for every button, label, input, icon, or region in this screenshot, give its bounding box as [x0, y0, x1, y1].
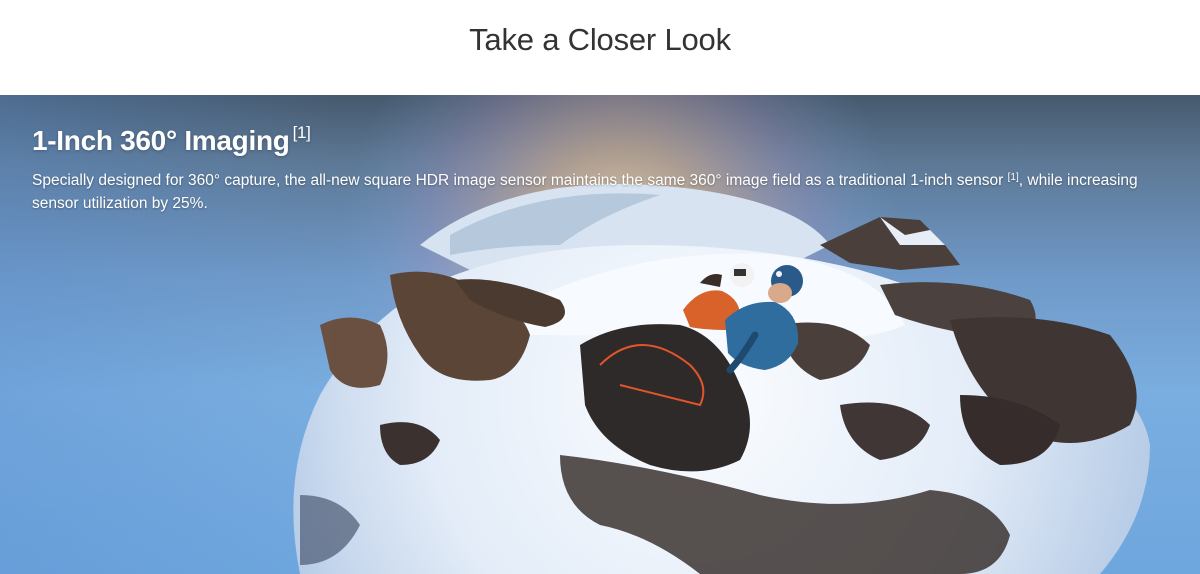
hero-image: 1-Inch 360° Imaging [1] Specially designe… — [0, 95, 1200, 574]
tiny-planet-illustration — [0, 95, 1200, 574]
feature-description: Specially designed for 360° capture, the… — [32, 169, 1152, 215]
feature-description-part1: Specially designed for 360° capture, the… — [32, 172, 1008, 189]
left-vignette — [0, 95, 340, 574]
page: Take a Closer Look 1-Inch 360° Imaging [… — [0, 0, 1200, 574]
feature-title: 1-Inch 360° Imaging [1] — [32, 123, 311, 157]
feature-description-footnote[interactable]: [1] — [1008, 172, 1019, 183]
feature-title-footnote[interactable]: [1] — [293, 123, 311, 142]
section-title: Take a Closer Look — [469, 22, 731, 57]
section-header: Take a Closer Look — [0, 0, 1200, 95]
feature-title-text: 1-Inch 360° Imaging — [32, 125, 290, 156]
